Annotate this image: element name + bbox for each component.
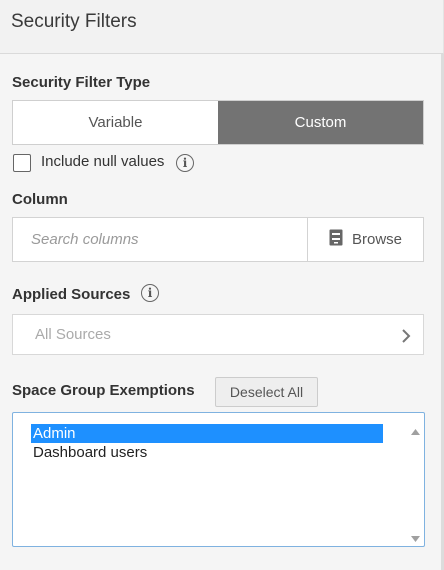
filter-type-toggle: Variable Custom <box>12 100 424 145</box>
browse-label: Browse <box>351 231 403 248</box>
column-label: Column <box>12 191 68 208</box>
column-search-group: Browse <box>12 217 424 262</box>
deselect-all-button[interactable]: Deselect All <box>215 377 318 407</box>
scroll-down-icon[interactable] <box>411 529 420 546</box>
list-item[interactable]: Admin <box>31 424 383 443</box>
search-columns-input[interactable] <box>13 218 307 261</box>
exemptions-listbox[interactable]: Admin Dashboard users <box>12 412 425 547</box>
custom-option-button[interactable]: Custom <box>218 101 423 144</box>
applied-sources-label: Applied Sources <box>12 286 131 303</box>
panel-header: Security Filters <box>0 0 444 54</box>
applied-sources-select[interactable]: All Sources <box>12 314 424 355</box>
filter-type-label: Security Filter Type <box>12 74 151 91</box>
info-icon[interactable]: i <box>141 284 159 302</box>
chevron-right-icon <box>401 328 411 349</box>
listbox-scrollbar[interactable] <box>407 413 424 546</box>
browse-icon <box>329 229 343 250</box>
include-null-checkbox[interactable] <box>13 154 31 172</box>
variable-option-button[interactable]: Variable <box>13 101 218 144</box>
exemptions-label: Space Group Exemptions <box>12 382 195 399</box>
scroll-up-icon[interactable] <box>411 422 420 440</box>
browse-button[interactable]: Browse <box>307 218 423 261</box>
list-item[interactable]: Dashboard users <box>31 443 383 462</box>
applied-sources-value: All Sources <box>35 326 111 343</box>
panel-title: Security Filters <box>11 11 137 32</box>
info-icon[interactable]: i <box>176 154 194 172</box>
include-null-label: Include null values <box>41 153 165 170</box>
